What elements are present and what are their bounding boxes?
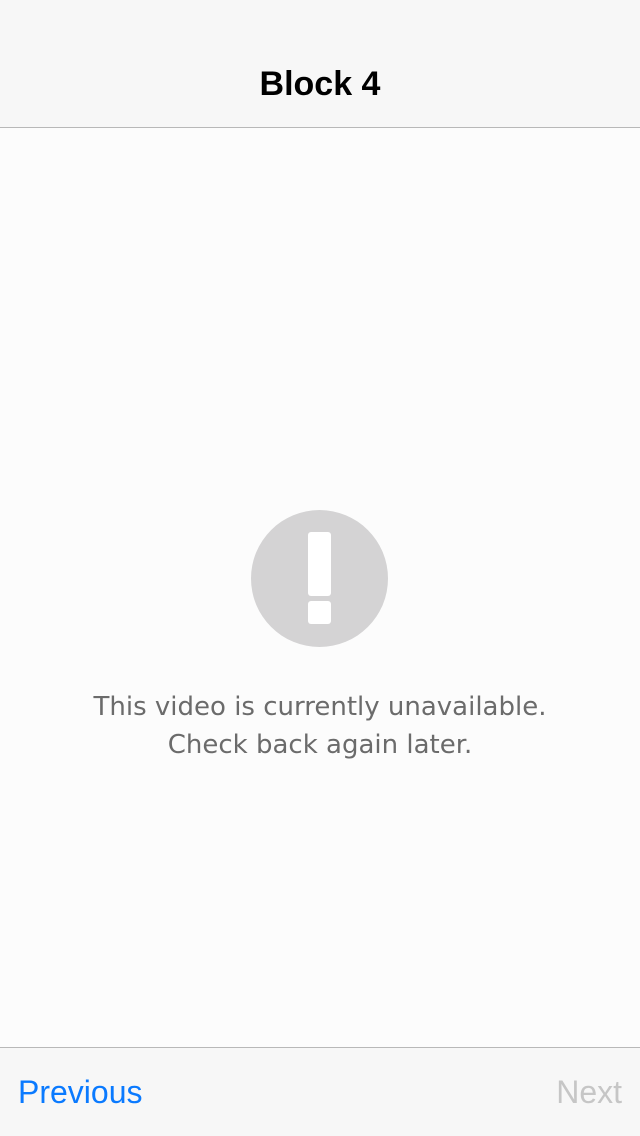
screen: Block 4 This video is currently unavaila… (0, 0, 640, 1136)
message-line-2: Check back again later. (167, 730, 473, 760)
navigation-bar: Block 4 (0, 0, 640, 128)
exclamation-circle-icon (251, 510, 388, 647)
video-content-area: This video is currently unavailable. Che… (0, 128, 640, 1047)
page-title: Block 4 (259, 65, 381, 103)
message-line-1: This video is currently unavailable. (93, 692, 547, 722)
bottom-toolbar: Previous Next (0, 1047, 640, 1136)
previous-button[interactable]: Previous (18, 1072, 143, 1112)
unavailable-message: This video is currently unavailable. Che… (0, 688, 640, 764)
next-button[interactable]: Next (556, 1072, 622, 1112)
